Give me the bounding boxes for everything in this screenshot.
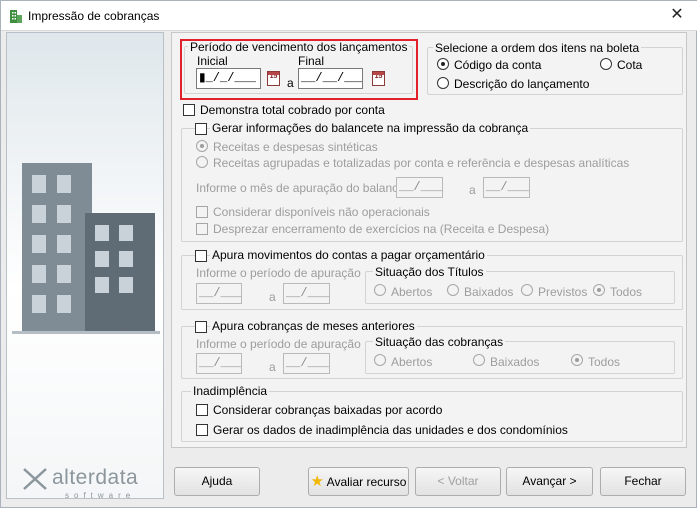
apura-pagar-checkbox[interactable] <box>195 250 207 262</box>
ordem-legend: Selecione a ordem dos itens na boleta <box>433 41 642 55</box>
fechar-button[interactable]: Fechar <box>600 467 686 496</box>
apura-anteriores-checkbox[interactable] <box>195 321 207 333</box>
window-title: Impressão de cobranças <box>28 9 160 23</box>
apura-pagar-ini-input[interactable]: __/____ <box>196 283 242 304</box>
mes-final-input[interactable]: __/____ <box>483 177 530 198</box>
pagar-todos-radio[interactable] <box>593 284 605 296</box>
desprezar-label[interactable]: Desprezar encerramento de exercícios na … <box>213 222 549 236</box>
situacao-cobrancas-legend: Situação das cobranças <box>373 335 506 349</box>
agrupadas-radio[interactable] <box>196 156 208 168</box>
star-icon: ★ <box>310 473 324 490</box>
anteriores-abertos-label[interactable]: Abertos <box>391 355 432 369</box>
pagar-todos-label[interactable]: Todos <box>610 285 642 299</box>
pagar-abertos-label[interactable]: Abertos <box>391 285 432 299</box>
acordo-label[interactable]: Considerar cobranças baixadas por acordo <box>213 403 442 417</box>
avaliar-recurso-button[interactable]: ★ Avaliar recurso <box>308 467 409 496</box>
demonstra-total-label[interactable]: Demonstra total cobrado por conta <box>200 103 385 117</box>
fechar-label: Fechar <box>624 474 662 488</box>
apura-anteriores-a-label: a <box>269 360 276 374</box>
dialog-window: Impressão de cobranças ✕ alterdata softw… <box>0 0 697 508</box>
anteriores-baixados-radio[interactable] <box>473 354 485 366</box>
pagar-previstos-radio[interactable] <box>521 284 533 296</box>
voltar-label: < Voltar <box>437 474 479 488</box>
anteriores-abertos-radio[interactable] <box>374 354 386 366</box>
brand-sub: software <box>65 491 136 500</box>
anteriores-baixados-label[interactable]: Baixados <box>490 355 539 369</box>
desprezar-checkbox[interactable] <box>196 223 208 235</box>
sinteticas-radio[interactable] <box>196 140 208 152</box>
cota-radio[interactable] <box>600 58 612 70</box>
apura-anteriores-fim-input[interactable]: __/____ <box>283 353 330 374</box>
descricao-radio[interactable] <box>437 77 449 89</box>
sinteticas-label[interactable]: Receitas e despesas sintéticas <box>213 140 378 154</box>
close-button[interactable]: ✕ <box>665 5 689 25</box>
codigo-label[interactable]: Código da conta <box>454 58 541 72</box>
apura-pagar-a-label: a <box>269 290 276 304</box>
apura-pagar-periodo-label: Informe o período de apuração <box>196 266 361 280</box>
highlight-box <box>180 39 418 100</box>
agrupadas-label[interactable]: Receitas agrupadas e totalizadas por con… <box>213 156 629 170</box>
building-icon <box>10 10 22 23</box>
mes-inicial-input[interactable]: __/____ <box>396 177 443 198</box>
pagar-previstos-label[interactable]: Previstos <box>538 285 587 299</box>
acordo-checkbox[interactable] <box>196 404 208 416</box>
apura-pagar-fim-input[interactable]: __/____ <box>283 283 330 304</box>
cota-label[interactable]: Cota <box>617 58 642 72</box>
voltar-button[interactable]: < Voltar <box>415 467 501 496</box>
mes-a-label: a <box>469 183 476 197</box>
apura-anteriores-periodo-label: Informe o período de apuração <box>196 337 361 351</box>
ajuda-label: Ajuda <box>201 474 233 488</box>
considerar-label[interactable]: Considerar disponíveis não operacionais <box>213 205 430 219</box>
alterdata-logo-icon <box>23 468 47 490</box>
gerar-inadimplencia-checkbox[interactable] <box>196 424 208 436</box>
inadimplencia-legend: Inadimplência <box>191 384 270 398</box>
avaliar-label: Avaliar recurso <box>326 475 407 489</box>
apura-anteriores-label[interactable]: Apura cobranças de meses anteriores <box>210 319 417 333</box>
avancar-button[interactable]: Avançar > <box>506 467 593 496</box>
ajuda-button[interactable]: Ajuda <box>174 467 260 496</box>
situacao-titulos-legend: Situação dos Títulos <box>373 265 486 279</box>
balancete-label[interactable]: Gerar informações do balancete na impres… <box>210 121 531 135</box>
balancete-checkbox[interactable] <box>195 123 207 135</box>
descricao-label[interactable]: Descrição do lançamento <box>454 77 589 91</box>
anteriores-todos-radio[interactable] <box>571 354 583 366</box>
avancar-label: Avançar > <box>522 474 577 488</box>
gerar-inadimplencia-label[interactable]: Gerar os dados de inadimplência das unid… <box>213 423 568 437</box>
anteriores-todos-label[interactable]: Todos <box>588 355 620 369</box>
apura-pagar-label[interactable]: Apura movimentos do contas a pagar orçam… <box>210 248 487 262</box>
mes-apuracao-label: Informe o mês de apuração do balancete <box>196 181 415 195</box>
considerar-checkbox[interactable] <box>196 206 208 218</box>
apura-anteriores-ini-input[interactable]: __/____ <box>196 353 242 374</box>
demonstra-total-checkbox[interactable] <box>183 104 195 116</box>
pagar-abertos-radio[interactable] <box>374 284 386 296</box>
title-bar: Impressão de cobranças ✕ <box>1 1 697 31</box>
pagar-baixados-radio[interactable] <box>447 284 459 296</box>
buildings-illustration <box>12 163 160 334</box>
side-illustration: alterdata software <box>6 32 164 500</box>
brand-name: alterdata <box>52 466 139 489</box>
pagar-baixados-label[interactable]: Baixados <box>464 285 513 299</box>
codigo-radio[interactable] <box>437 58 449 70</box>
